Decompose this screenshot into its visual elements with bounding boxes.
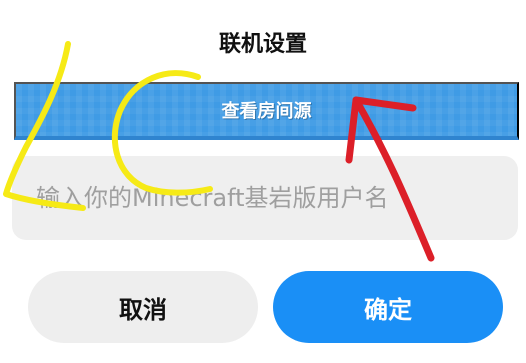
view-room-source-button[interactable]: 查看房间源	[14, 82, 519, 140]
cancel-button-label: 取消	[119, 295, 167, 324]
minecraft-username-input[interactable]	[12, 156, 518, 240]
view-room-source-label: 查看房间源	[221, 101, 312, 121]
dialog-title: 联机设置	[218, 32, 307, 57]
confirm-button[interactable]: 确定	[273, 271, 503, 343]
cancel-button[interactable]: 取消	[28, 271, 258, 343]
multiplayer-settings-dialog: 联机设置 查看房间源 取消 确定	[0, 0, 526, 363]
confirm-button-label: 确定	[364, 295, 412, 324]
